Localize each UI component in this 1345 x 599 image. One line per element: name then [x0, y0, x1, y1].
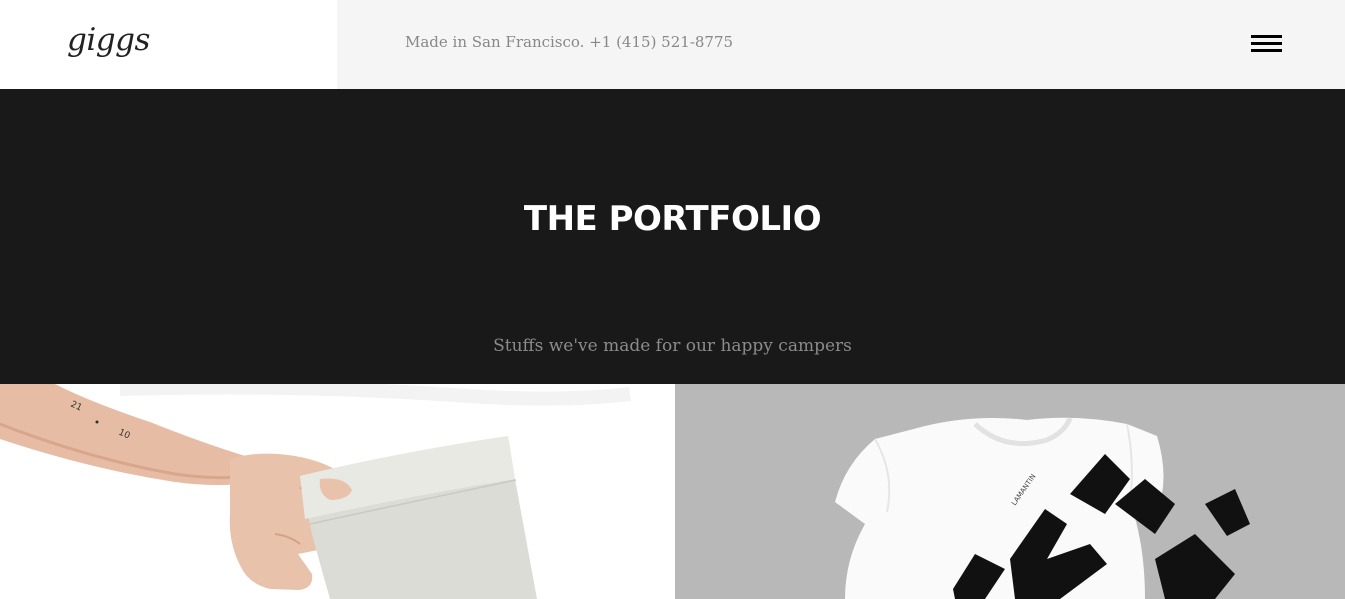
menu-bar: [1251, 42, 1282, 45]
page-subtitle: Stuffs we've made for our happy campers: [493, 336, 852, 356]
hero-section: THE PORTFOLIO Stuffs we've made for our …: [0, 89, 1345, 384]
site-header: giggs Made in San Francisco. +1 (415) 52…: [0, 0, 1345, 89]
menu-bar: [1251, 35, 1282, 38]
hand-holding-paper-bag-photo: 21 10: [0, 384, 675, 599]
contact-info: Made in San Francisco. +1 (415) 521-8775: [405, 33, 734, 51]
portfolio-item-tshirt[interactable]: LAMANTIN: [675, 384, 1345, 599]
portfolio-item-paper-bag[interactable]: 21 10: [0, 384, 675, 599]
page-title: THE PORTFOLIO: [523, 199, 822, 239]
logo-container: giggs: [0, 0, 337, 89]
site-logo[interactable]: giggs: [67, 22, 150, 58]
hamburger-menu-icon[interactable]: [1251, 35, 1282, 53]
menu-bar: [1251, 49, 1282, 52]
white-tshirt-photo: LAMANTIN: [675, 384, 1345, 599]
portfolio-grid: 21 10 LAMANTIN: [0, 384, 1345, 599]
